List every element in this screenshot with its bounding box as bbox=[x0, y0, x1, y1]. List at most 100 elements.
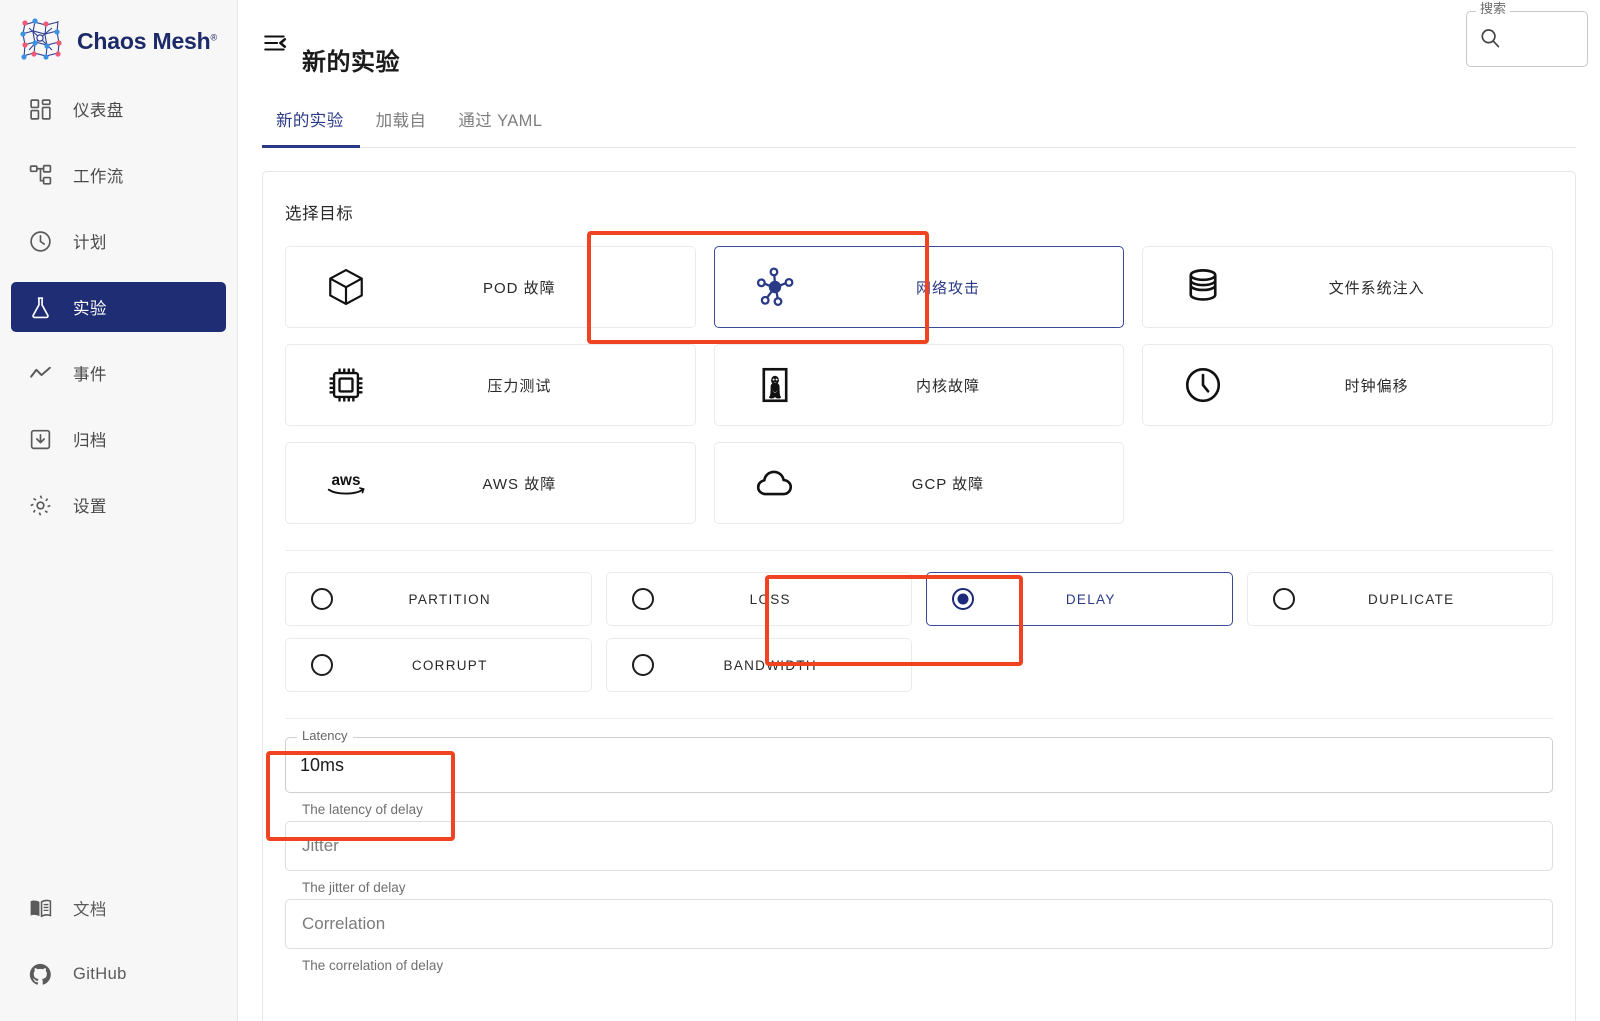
sidebar-item-archives[interactable]: 归档 bbox=[11, 414, 226, 464]
experiment-panel: 选择目标 POD 故障 网络攻击 文件系统注入 压力测试 内核故障 时钟偏移 a… bbox=[262, 171, 1576, 1021]
sidebar-item-experiments[interactable]: 实验 bbox=[11, 282, 226, 332]
linux-penguin-icon bbox=[749, 359, 801, 411]
sidebar-item-workflow[interactable]: 工作流 bbox=[11, 150, 226, 200]
action-card-delay[interactable]: DELAY bbox=[926, 572, 1233, 626]
latency-input-wrapper: Latency bbox=[285, 729, 1553, 793]
target-card-label: AWS 故障 bbox=[482, 475, 557, 493]
target-card-label: 文件系统注入 bbox=[1328, 279, 1425, 297]
action-card-label: CORRUPT bbox=[411, 657, 488, 673]
github-icon bbox=[28, 962, 53, 987]
tab-load-from[interactable]: 加载自 bbox=[360, 107, 443, 147]
action-card-label: DELAY bbox=[1065, 591, 1116, 607]
clock-icon bbox=[1177, 359, 1229, 411]
sidebar: Chaos Mesh® 仪表盘 工作流 计划 实验 事件 归档 设置 文档 Gi… bbox=[0, 0, 238, 1021]
target-card-pod-fault[interactable]: POD 故障 bbox=[285, 246, 696, 328]
action-card-label: DUPLICATE bbox=[1368, 591, 1455, 607]
target-card-label: POD 故障 bbox=[482, 279, 556, 297]
target-card-label: 内核故障 bbox=[915, 377, 980, 395]
target-card-label: 压力测试 bbox=[487, 377, 552, 395]
brand-name-text: Chaos Mesh bbox=[77, 27, 211, 54]
sidebar-item-label: 计划 bbox=[73, 234, 107, 252]
brand[interactable]: Chaos Mesh® bbox=[0, 0, 237, 68]
flask-icon bbox=[28, 295, 53, 320]
divider-actions-fields bbox=[285, 718, 1553, 719]
radio-unchecked-icon bbox=[311, 654, 333, 676]
sidebar-bottom-nav: 文档 GitHub bbox=[0, 883, 237, 1021]
action-card-bandwidth[interactable]: BANDWIDTH bbox=[605, 638, 912, 692]
action-card-corrupt[interactable]: CORRUPT bbox=[285, 638, 592, 692]
target-card-stress-test[interactable]: 压力测试 bbox=[285, 344, 696, 426]
archive-icon bbox=[28, 427, 53, 452]
target-card-filesystem-injection[interactable]: 文件系统注入 bbox=[1142, 246, 1553, 328]
action-card-label: BANDWIDTH bbox=[723, 657, 817, 673]
cpu-icon bbox=[320, 359, 372, 411]
jitter-helper-text: The jitter of delay bbox=[302, 880, 406, 895]
sidebar-item-schedule[interactable]: 计划 bbox=[11, 216, 226, 266]
target-card-label: 时钟偏移 bbox=[1344, 377, 1409, 395]
action-card-partition[interactable]: PARTITION bbox=[285, 572, 592, 626]
chaos-mesh-logo-icon bbox=[16, 17, 66, 65]
radio-unchecked-icon bbox=[311, 588, 333, 610]
search-field[interactable]: 搜索 bbox=[1466, 2, 1588, 67]
sidebar-nav: 仪表盘 工作流 计划 实验 事件 归档 设置 bbox=[0, 84, 237, 546]
sidebar-item-label: 实验 bbox=[73, 300, 107, 318]
main-content: 新的实验 搜索 新的实验 加载自 通过 YAML 选择目标 POD 故障 网络攻… bbox=[238, 0, 1600, 1021]
jitter-input[interactable] bbox=[286, 822, 1552, 870]
top-bar: 新的实验 搜索 bbox=[238, 0, 1600, 86]
network-nodes-icon bbox=[749, 261, 801, 313]
correlation-helper-text: The correlation of delay bbox=[302, 958, 444, 973]
tab-new-experiment[interactable]: 新的实验 bbox=[262, 107, 360, 148]
page-title: 新的实验 bbox=[302, 49, 400, 77]
sidebar-item-label: 设置 bbox=[73, 498, 107, 516]
sidebar-item-github[interactable]: GitHub bbox=[11, 949, 226, 999]
book-icon bbox=[28, 896, 53, 921]
radio-unchecked-icon bbox=[1272, 588, 1295, 610]
target-card-label: 网络攻击 bbox=[915, 279, 980, 297]
action-card-loss[interactable]: LOSS bbox=[605, 572, 912, 626]
action-card-duplicate[interactable]: DUPLICATE bbox=[1246, 572, 1553, 626]
target-card-gcp-fault[interactable]: GCP 故障 bbox=[713, 442, 1125, 524]
target-card-kernel-fault[interactable]: 内核故障 bbox=[713, 344, 1125, 426]
search-input[interactable] bbox=[1506, 12, 1586, 66]
gear-icon bbox=[28, 493, 53, 518]
cloud-icon bbox=[749, 457, 801, 509]
field-jitter: The jitter of delay bbox=[285, 821, 1553, 895]
search-label: 搜索 bbox=[1476, 2, 1511, 15]
sidebar-item-events[interactable]: 事件 bbox=[11, 348, 226, 398]
activity-icon bbox=[28, 361, 53, 386]
target-card-network-attack[interactable]: 网络攻击 bbox=[713, 246, 1125, 328]
radio-checked-icon bbox=[952, 588, 974, 610]
sidebar-item-docs[interactable]: 文档 bbox=[11, 883, 226, 933]
action-card-label: LOSS bbox=[749, 591, 791, 607]
app-root: Chaos Mesh® 仪表盘 工作流 计划 实验 事件 归档 设置 文档 Gi… bbox=[0, 0, 1600, 1021]
action-radio-grid: PARTITION LOSS DELAY DUPLICATE CORRUPT B… bbox=[263, 551, 1575, 692]
dashboard-icon bbox=[28, 97, 53, 122]
jitter-input-wrapper bbox=[285, 821, 1553, 871]
workflow-icon bbox=[28, 163, 53, 188]
sidebar-item-label: 工作流 bbox=[73, 168, 124, 186]
field-latency: Latency The latency of delay bbox=[285, 729, 1553, 817]
sidebar-item-label: 仪表盘 bbox=[73, 102, 124, 120]
latency-input[interactable] bbox=[286, 738, 1552, 792]
correlation-input-wrapper bbox=[285, 899, 1553, 949]
search-icon bbox=[1478, 26, 1502, 50]
action-card-label: PARTITION bbox=[408, 591, 491, 607]
aws-icon: aws bbox=[320, 457, 372, 509]
latency-helper-text: The latency of delay bbox=[302, 802, 423, 817]
sidebar-item-dashboard[interactable]: 仪表盘 bbox=[11, 84, 226, 134]
sidebar-item-label: 归档 bbox=[73, 432, 107, 450]
target-card-aws-fault[interactable]: aws AWS 故障 bbox=[285, 442, 696, 524]
sidebar-item-label: 文档 bbox=[73, 901, 107, 919]
target-card-label: GCP 故障 bbox=[911, 475, 985, 493]
svg-text:aws: aws bbox=[332, 472, 361, 489]
cube-icon bbox=[320, 261, 372, 313]
tab-bar: 新的实验 加载自 通过 YAML bbox=[262, 86, 1576, 148]
correlation-input[interactable] bbox=[286, 900, 1552, 948]
section-title-select-target: 选择目标 bbox=[285, 205, 354, 223]
sidebar-item-label: 事件 bbox=[73, 366, 107, 384]
tab-by-yaml[interactable]: 通过 YAML bbox=[442, 107, 558, 147]
menu-collapse-icon[interactable] bbox=[262, 30, 288, 56]
database-icon bbox=[1177, 261, 1229, 313]
sidebar-item-settings[interactable]: 设置 bbox=[11, 480, 226, 530]
target-card-clock-skew[interactable]: 时钟偏移 bbox=[1142, 344, 1553, 426]
